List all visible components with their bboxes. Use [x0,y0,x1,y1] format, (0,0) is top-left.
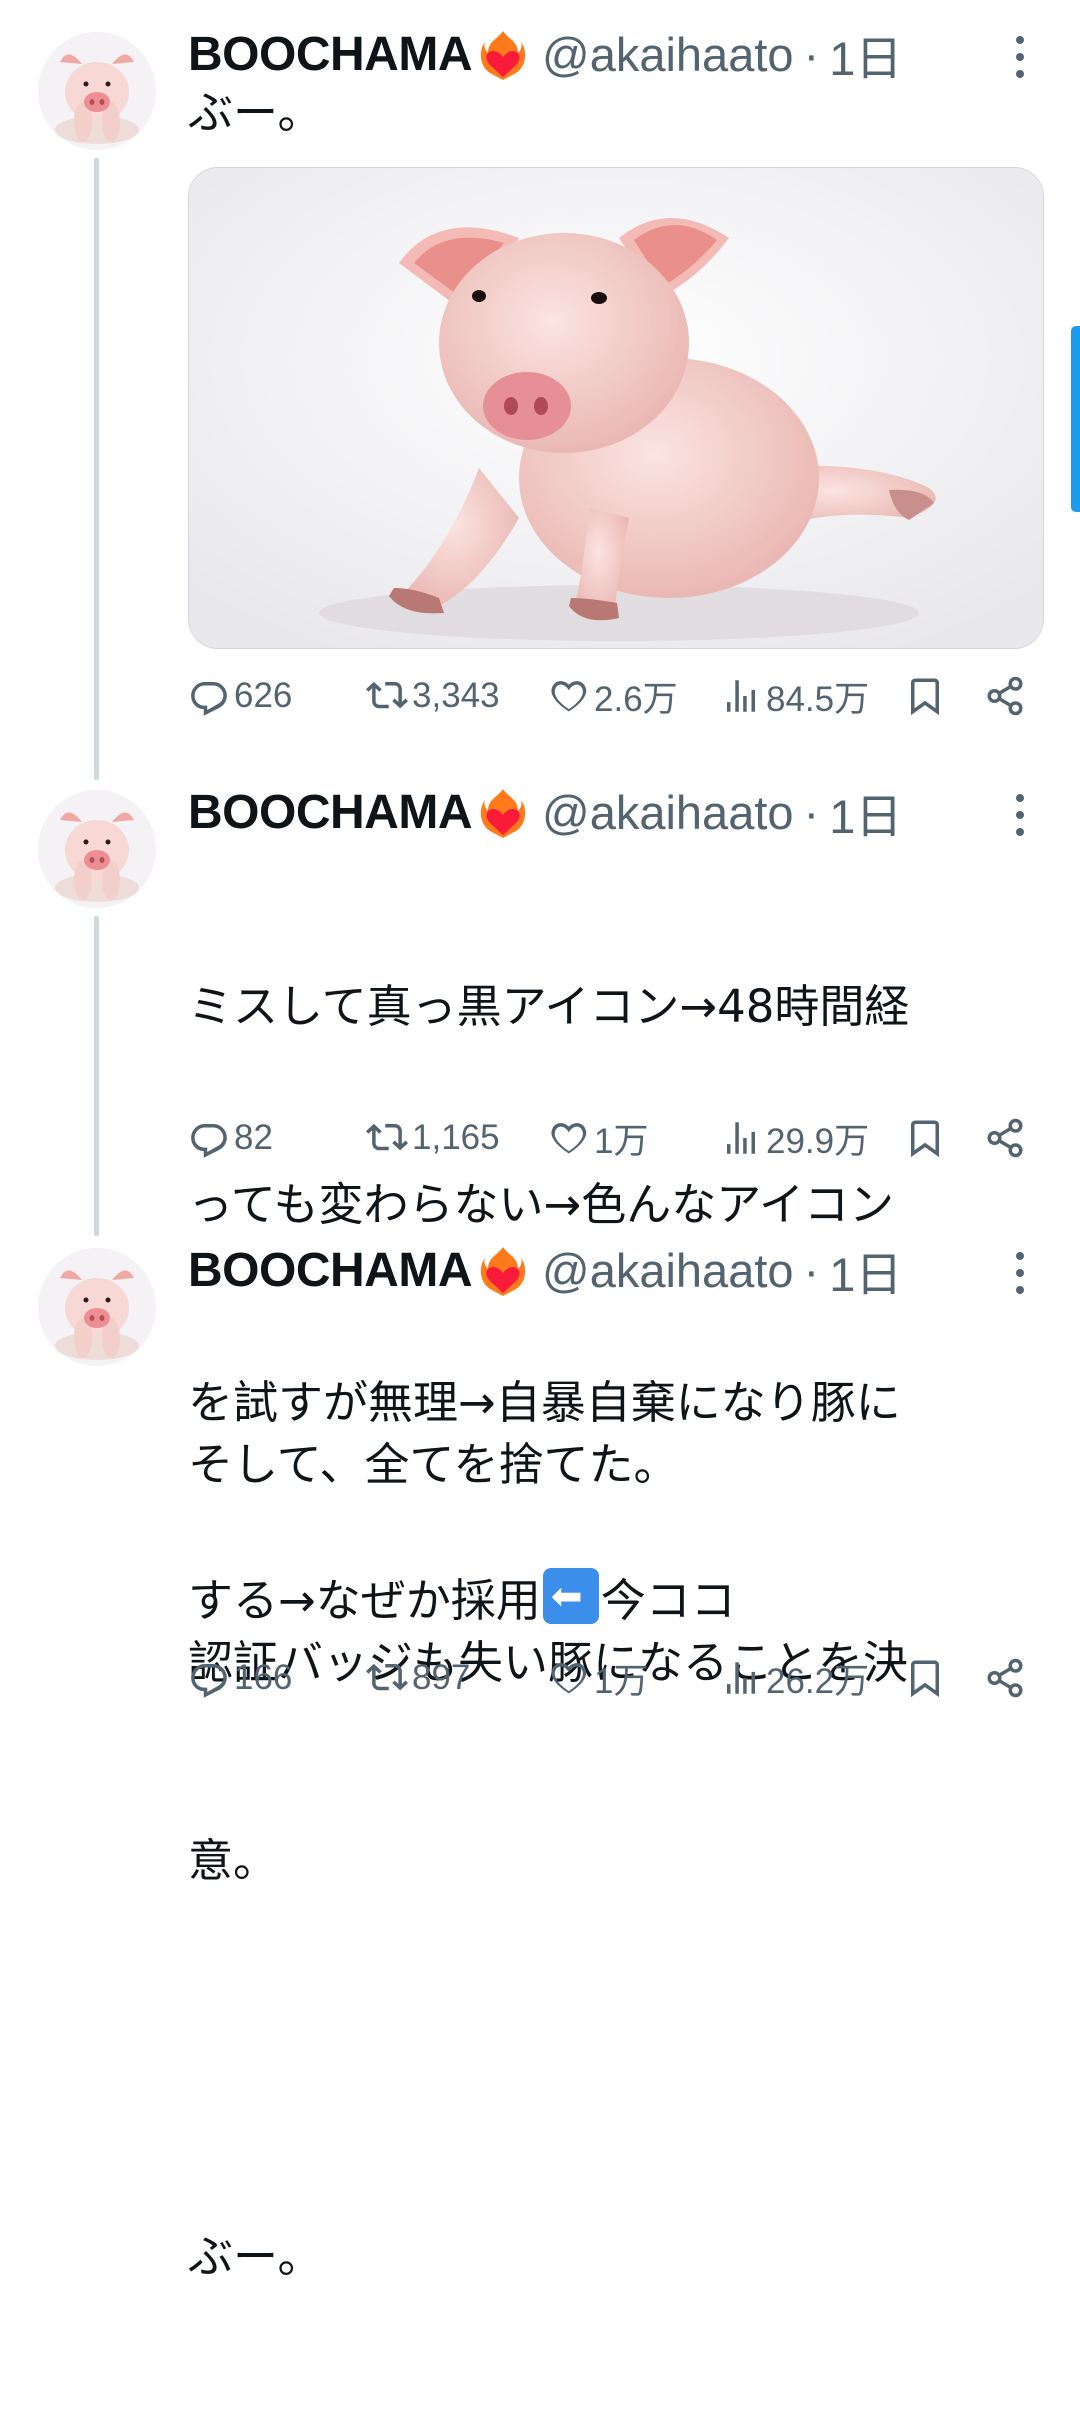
tweet-header: BOOCHAMA @akaihaato · 1日 [188,1238,902,1302]
tweet-text-line [188,2026,1048,2092]
heart-icon [548,1657,590,1699]
like-count: 2.6万 [594,679,678,719]
like-button[interactable]: 1万 [548,1108,648,1168]
views-button[interactable]: 26.2万 [720,1648,869,1708]
views-button[interactable]: 84.5万 [720,666,869,726]
share-icon [984,675,1026,717]
timestamp[interactable]: 1日 [829,778,902,847]
bookmark-icon [904,1657,946,1699]
avatar[interactable] [38,32,156,150]
username[interactable]: @akaihaato [542,27,794,82]
avatar[interactable] [38,790,156,908]
retweet-count: 3,343 [412,676,500,715]
tweet-actions: 166 897 1万 26.2万 [188,1648,1034,1708]
tweet-text-line: 意。 [188,1834,279,1887]
views-count: 84.5万 [766,679,870,719]
fire-heart-icon [478,1243,528,1297]
reply-button[interactable]: 626 [188,666,292,726]
tweet-text: そして、全てを捨てた。 認証バッジも失い豚になることを決 意。 ぶー。 [188,1300,1048,2422]
timestamp[interactable]: 1日 [829,1236,902,1305]
share-icon [984,1657,1026,1699]
bookmark-button[interactable] [904,1648,950,1708]
timestamp[interactable]: 1日 [829,20,902,89]
views-icon [720,675,762,717]
retweet-count: 1,165 [412,1118,500,1157]
views-count: 29.9万 [766,1121,870,1161]
pig-photo-icon [189,168,1043,648]
like-count: 1万 [594,1661,649,1701]
tweet-header: BOOCHAMA @akaihaato · 1日 [188,780,902,844]
pig-avatar-icon [38,790,156,908]
reply-count: 166 [234,1658,293,1697]
share-button[interactable] [984,1648,1030,1708]
tweet-text-line: ミスして真っ黒アイコン→48時間経 [188,980,910,1033]
retweet-icon [366,675,408,717]
retweet-button[interactable]: 3,343 [366,666,500,726]
views-icon [720,1657,762,1699]
display-name[interactable]: BOOCHAMA [188,785,472,840]
reply-icon [188,675,230,717]
tweet-text-line: ぶー。 [188,2230,323,2283]
username[interactable]: @akaihaato [542,785,794,840]
more-options-icon[interactable] [1014,36,1026,78]
retweet-button[interactable]: 897 [366,1648,470,1708]
share-button[interactable] [984,1108,1030,1168]
bookmark-icon [904,675,946,717]
tweet-header: BOOCHAMA @akaihaato · 1日 [188,22,902,86]
retweet-button[interactable]: 1,165 [366,1108,500,1168]
tweet-text: ぶー。 [188,86,323,139]
bookmark-button[interactable] [904,666,950,726]
separator-dot: · [803,1243,820,1297]
retweet-count: 897 [412,1658,471,1697]
separator-dot: · [803,785,820,839]
pig-avatar-icon [38,32,156,150]
reply-button[interactable]: 166 [188,1648,292,1708]
reply-count: 626 [234,676,293,715]
avatar[interactable] [38,1248,156,1366]
separator-dot: · [803,27,820,81]
views-button[interactable]: 29.9万 [720,1108,869,1168]
display-name[interactable]: BOOCHAMA [188,1243,472,1298]
fire-heart-icon [478,785,528,839]
heart-icon [548,1117,590,1159]
retweet-icon [366,1657,408,1699]
tweet-text-line: っても変わらない→色んなアイコン [188,1178,894,1231]
share-icon [984,1117,1026,1159]
username[interactable]: @akaihaato [542,1243,794,1298]
bookmark-icon [904,1117,946,1159]
bookmark-button[interactable] [904,1108,950,1168]
tweet[interactable]: BOOCHAMA @akaihaato · 1日 そして、全てを捨てた。 認証バ… [0,1238,1080,2283]
heart-icon [548,675,590,717]
like-count: 1万 [594,1121,649,1161]
more-options-icon[interactable] [1014,794,1026,836]
views-icon [720,1117,762,1159]
tweet[interactable]: BOOCHAMA @akaihaato · 1日 ぶー。 626 3,343 2… [0,22,1080,742]
tweet-text-line: そして、全てを捨てた。 [188,1438,679,1491]
pig-avatar-icon [38,1248,156,1366]
like-button[interactable]: 1万 [548,1648,648,1708]
tweet-media[interactable] [188,167,1044,649]
tweet-actions: 626 3,343 2.6万 84.5万 [188,666,1034,726]
reply-count: 82 [234,1118,273,1157]
more-options-icon[interactable] [1014,1252,1026,1294]
reply-icon [188,1117,230,1159]
views-count: 26.2万 [766,1661,870,1701]
retweet-icon [366,1117,408,1159]
display-name[interactable]: BOOCHAMA [188,27,472,82]
like-button[interactable]: 2.6万 [548,666,678,726]
fire-heart-icon [478,27,528,81]
share-button[interactable] [984,666,1030,726]
reply-icon [188,1657,230,1699]
reply-button[interactable]: 82 [188,1108,273,1168]
tweet-actions: 82 1,165 1万 29.9万 [188,1108,1034,1168]
tweet[interactable]: BOOCHAMA @akaihaato · 1日 ミスして真っ黒アイコン→48時… [0,780,1080,1627]
